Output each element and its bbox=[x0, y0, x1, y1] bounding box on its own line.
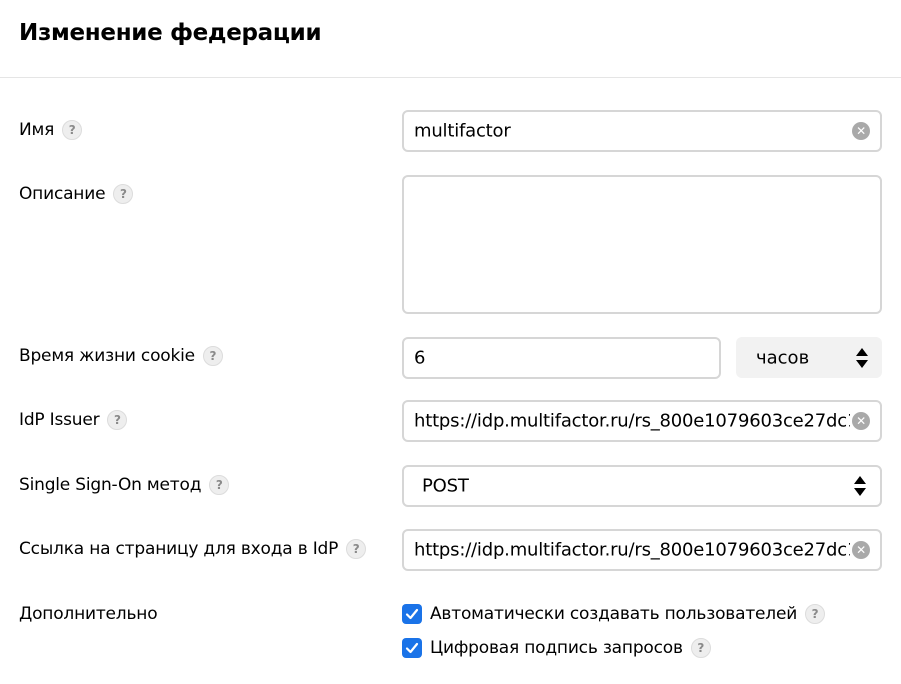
name-input[interactable]: multifactor ✕ bbox=[402, 110, 882, 152]
auto-create-users-help-icon[interactable]: ? bbox=[805, 604, 826, 624]
select-arrows-icon bbox=[856, 347, 868, 368]
description-textarea[interactable] bbox=[402, 175, 882, 314]
sign-requests-label: Цифровая подпись запросов bbox=[430, 638, 683, 658]
sso-help-icon[interactable]: ? bbox=[209, 475, 230, 495]
additional-label: Дополнительно bbox=[19, 604, 158, 624]
issuer-label-row: IdP Issuer ? bbox=[19, 410, 128, 430]
header: Изменение федерации bbox=[0, 0, 901, 78]
issuer-label: IdP Issuer bbox=[19, 410, 100, 430]
login-url-help-icon[interactable]: ? bbox=[346, 539, 367, 559]
sso-method-select[interactable]: POST bbox=[402, 465, 882, 507]
description-label: Описание bbox=[19, 184, 106, 204]
cookie-label-row: Время жизни cookie ? bbox=[19, 346, 223, 366]
name-clear-icon[interactable]: ✕ bbox=[852, 122, 870, 140]
name-label-row: Имя ? bbox=[19, 120, 83, 140]
idp-login-url-clear-icon[interactable]: ✕ bbox=[852, 541, 870, 559]
check-icon bbox=[405, 608, 419, 620]
cookie-lifetime-value: 6 bbox=[414, 347, 426, 369]
sign-requests-help-icon[interactable]: ? bbox=[690, 638, 711, 658]
check-icon bbox=[405, 642, 419, 654]
auto-create-users-label: Автоматически создавать пользователей bbox=[430, 604, 798, 624]
auto-create-users-option[interactable]: Автоматически создавать пользователей ? bbox=[402, 604, 826, 624]
auto-create-users-checkbox[interactable] bbox=[402, 604, 422, 624]
name-help-icon[interactable]: ? bbox=[62, 120, 83, 140]
idp-issuer-input[interactable]: https://idp.multifactor.ru/rs_800e107960… bbox=[402, 400, 882, 442]
idp-login-url-value: https://idp.multifactor.ru/rs_800e107960… bbox=[414, 539, 850, 561]
sso-label-row: Single Sign-On метод ? bbox=[19, 475, 230, 495]
cookie-unit-value: часов bbox=[756, 347, 810, 368]
login-url-label-row: Ссылка на страницу для входа в IdP ? bbox=[19, 539, 367, 559]
sign-requests-option[interactable]: Цифровая подпись запросов ? bbox=[402, 638, 711, 658]
cookie-unit-select[interactable]: часов bbox=[736, 337, 882, 378]
idp-login-url-input[interactable]: https://idp.multifactor.ru/rs_800e107960… bbox=[402, 529, 882, 571]
sso-label: Single Sign-On метод bbox=[19, 475, 202, 495]
name-input-value: multifactor bbox=[414, 120, 511, 142]
description-help-icon[interactable]: ? bbox=[113, 184, 134, 204]
idp-issuer-value: https://idp.multifactor.ru/rs_800e107960… bbox=[414, 410, 850, 432]
page-title: Изменение федерации bbox=[19, 20, 322, 46]
cookie-label: Время жизни cookie bbox=[19, 346, 195, 366]
sign-requests-checkbox[interactable] bbox=[402, 638, 422, 658]
sso-method-value: POST bbox=[422, 475, 469, 497]
additional-label-row: Дополнительно bbox=[19, 604, 158, 624]
name-label: Имя bbox=[19, 120, 55, 140]
idp-issuer-clear-icon[interactable]: ✕ bbox=[852, 412, 870, 430]
issuer-help-icon[interactable]: ? bbox=[107, 410, 128, 430]
login-url-label: Ссылка на страницу для входа в IdP bbox=[19, 539, 339, 559]
cookie-lifetime-input[interactable]: 6 bbox=[402, 337, 721, 379]
select-arrows-icon bbox=[854, 476, 866, 496]
cookie-help-icon[interactable]: ? bbox=[202, 346, 223, 366]
description-label-row: Описание ? bbox=[19, 184, 134, 204]
